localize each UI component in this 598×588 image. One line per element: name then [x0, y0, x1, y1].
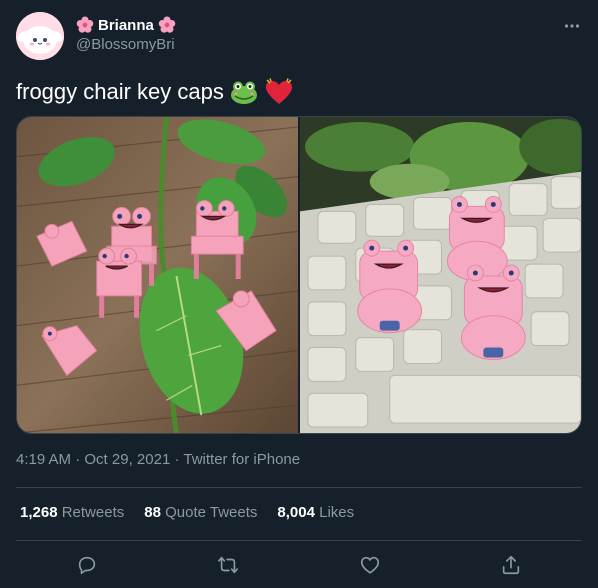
retweets-count: 1,268	[20, 504, 58, 521]
share-button[interactable]	[494, 548, 528, 582]
meta-separator: ·	[75, 451, 81, 468]
cherry-blossom-icon	[158, 16, 176, 33]
likes-stat[interactable]: 8,004 Likes	[277, 504, 354, 521]
divider	[16, 540, 582, 541]
avatar[interactable]	[16, 12, 64, 60]
tweet-text-content: froggy chair key caps	[16, 79, 224, 104]
share-icon	[502, 555, 520, 575]
tweet-actions	[16, 548, 582, 582]
retweet-icon	[218, 556, 238, 574]
more-horizontal-icon	[564, 24, 580, 28]
retweet-button[interactable]	[211, 548, 245, 582]
beating-heart-emoji-icon	[265, 78, 292, 104]
tweet-date[interactable]: Oct 29, 2021	[84, 451, 170, 468]
frog-face-emoji-icon	[230, 81, 257, 104]
tweet-media-grid	[16, 116, 582, 434]
retweets-stat[interactable]: 1,268 Retweets	[20, 504, 124, 521]
tweet-detail: Brianna @BlossomyBri froggy chair key ca…	[0, 0, 598, 588]
like-icon	[360, 556, 380, 574]
author-name-row[interactable]: Brianna	[76, 15, 176, 35]
likes-label: Likes	[319, 504, 355, 521]
divider	[16, 487, 582, 488]
like-button[interactable]	[353, 548, 387, 582]
quote-tweets-count: 88	[144, 504, 161, 521]
frog-keycaps-on-keyboard-photo-icon	[300, 117, 581, 433]
tweet-text: froggy chair key caps	[16, 78, 294, 106]
media-photo-left[interactable]	[17, 117, 298, 433]
author-display-name[interactable]: Brianna	[98, 17, 154, 34]
more-options-button[interactable]	[560, 14, 584, 38]
retweets-label: Retweets	[61, 504, 125, 521]
reply-button[interactable]	[70, 548, 104, 582]
author-handle[interactable]: @BlossomyBri	[76, 36, 175, 53]
tweet-meta: 4:19 AM · Oct 29, 2021 · Twitter for iPh…	[16, 451, 300, 468]
frog-chair-keycaps-on-leaves-photo-icon	[17, 117, 298, 433]
tweet-source[interactable]: Twitter for iPhone	[183, 451, 300, 468]
tweet-time[interactable]: 4:19 AM	[16, 451, 71, 468]
quote-tweets-label: Quote Tweets	[165, 504, 258, 521]
cherry-blossom-icon	[76, 16, 94, 33]
tweet-stats: 1,268 Retweets 88 Quote Tweets 8,004 Lik…	[20, 504, 354, 521]
media-photo-right[interactable]	[300, 117, 581, 433]
cinnamoroll-avatar-icon	[16, 12, 64, 60]
reply-icon	[78, 556, 96, 575]
meta-separator: ·	[174, 451, 180, 468]
likes-count: 8,004	[277, 504, 315, 521]
quote-tweets-stat[interactable]: 88 Quote Tweets	[144, 504, 257, 521]
